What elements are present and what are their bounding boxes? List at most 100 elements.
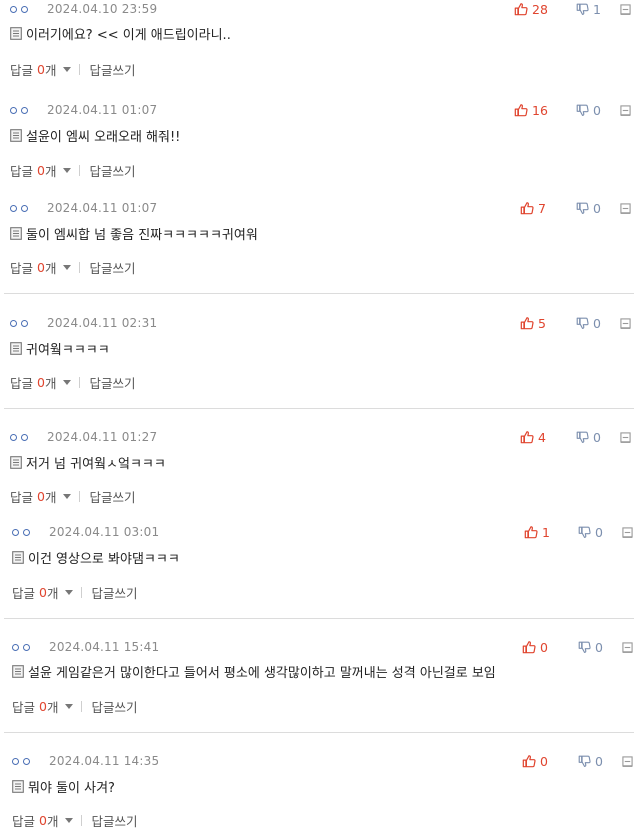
- upvote-button[interactable]: 16: [514, 103, 576, 118]
- separator: [81, 587, 83, 598]
- user-dots-icon[interactable]: [10, 319, 38, 327]
- reply-label: 답글: [10, 261, 34, 276]
- downvote-button[interactable]: 1: [576, 2, 616, 17]
- chevron-down-icon[interactable]: [63, 265, 72, 270]
- chevron-down-icon[interactable]: [63, 168, 72, 173]
- comment-date: 2024.04.11 01:07: [47, 103, 158, 117]
- downvote-button[interactable]: 0: [576, 201, 616, 216]
- upvote-count: 0: [540, 753, 548, 769]
- downvote-button[interactable]: 0: [576, 103, 616, 118]
- user-dots-icon[interactable]: [10, 204, 38, 212]
- upvote-button[interactable]: 0: [516, 640, 578, 655]
- upvote-button[interactable]: 5: [514, 316, 576, 331]
- upvote-button[interactable]: 0: [516, 754, 578, 769]
- write-reply-link[interactable]: 답글쓰기: [89, 258, 135, 277]
- upvote-button[interactable]: 7: [514, 201, 576, 216]
- document-icon: [10, 27, 22, 40]
- comment-meta: 2024.04.11 15:41: [12, 638, 159, 656]
- reply-actions: 답글 0개 답글쓰기: [12, 697, 138, 716]
- user-dots-icon[interactable]: [12, 757, 40, 765]
- upvote-button[interactable]: 28: [514, 2, 576, 17]
- vote-area: 28 1: [514, 0, 634, 18]
- document-icon: [12, 665, 24, 678]
- thumbs-down-icon: [576, 317, 589, 329]
- divider: [4, 408, 634, 409]
- write-reply-link[interactable]: 답글쓰기: [89, 487, 135, 506]
- chevron-down-icon[interactable]: [63, 380, 72, 385]
- user-dots-icon[interactable]: [12, 643, 40, 651]
- report-icon[interactable]: [616, 431, 634, 443]
- comment-body: 저거 넘 귀여웤ㅅ엌ㅋㅋㅋ: [26, 457, 166, 472]
- chevron-down-icon[interactable]: [65, 818, 74, 823]
- reply-count: 0: [37, 375, 45, 390]
- separator: [81, 701, 83, 712]
- write-reply-link[interactable]: 답글쓰기: [89, 161, 135, 180]
- chevron-down-icon[interactable]: [65, 704, 74, 709]
- reply-actions: 답글 0개 답글쓰기: [10, 373, 136, 392]
- report-icon[interactable]: [616, 104, 634, 116]
- reply-unit: 개: [46, 814, 59, 829]
- thumbs-up-icon: [520, 202, 534, 215]
- report-icon[interactable]: [618, 755, 636, 767]
- downvote-button[interactable]: 0: [578, 640, 618, 655]
- write-reply-link[interactable]: 답글쓰기: [89, 373, 135, 392]
- thumbs-up-icon: [522, 641, 536, 654]
- reply-unit: 개: [44, 164, 57, 179]
- downvote-button[interactable]: 0: [576, 430, 616, 445]
- downvote-count: 0: [595, 753, 603, 769]
- upvote-count: 7: [538, 200, 546, 216]
- thumbs-down-icon: [576, 3, 589, 15]
- chevron-down-icon[interactable]: [65, 590, 74, 595]
- thumbs-up-icon: [520, 317, 534, 330]
- thumbs-up-icon: [514, 3, 528, 16]
- upvote-button[interactable]: 1: [516, 525, 578, 540]
- reply-label: 답글: [10, 376, 34, 391]
- vote-area: 0 0: [516, 752, 636, 770]
- reply-actions: 답글 0개 답글쓰기: [12, 811, 138, 830]
- reply-unit: 개: [46, 700, 59, 715]
- reply-unit: 개: [44, 490, 57, 505]
- comment-body: 이러기에요? << 이게 애드립이라니..: [26, 28, 231, 43]
- comment-text: 설윤이 엠씨 오래오래 해줘!!: [10, 126, 180, 145]
- comment-text: 뭐야 둘이 사겨?: [12, 777, 115, 796]
- user-dots-icon[interactable]: [10, 106, 38, 114]
- downvote-button[interactable]: 0: [578, 754, 618, 769]
- thumbs-down-icon: [578, 755, 591, 767]
- comment-body: 설윤 게임같은거 많이한다고 들어서 평소에 생각많이하고 말꺼내는 성격 아닌…: [28, 666, 496, 681]
- write-reply-link[interactable]: 답글쓰기: [91, 583, 137, 602]
- upvote-count: 16: [532, 102, 548, 118]
- document-icon: [10, 129, 22, 142]
- comment-meta: 2024.04.11 14:35: [12, 752, 159, 770]
- downvote-button[interactable]: 0: [578, 525, 618, 540]
- chevron-down-icon[interactable]: [63, 494, 72, 499]
- chevron-down-icon[interactable]: [63, 67, 72, 72]
- upvote-count: 5: [538, 315, 546, 331]
- reply-count: 0: [37, 62, 45, 77]
- user-dots-icon[interactable]: [12, 528, 40, 536]
- reply-unit: 개: [44, 63, 57, 78]
- divider: [4, 618, 634, 619]
- report-icon[interactable]: [616, 202, 634, 214]
- write-reply-link[interactable]: 답글쓰기: [89, 60, 135, 79]
- upvote-count: 1: [542, 524, 550, 540]
- reply-actions: 답글 0개 답글쓰기: [10, 161, 136, 180]
- report-icon[interactable]: [618, 526, 636, 538]
- user-dots-icon[interactable]: [10, 5, 38, 13]
- write-reply-link[interactable]: 답글쓰기: [91, 697, 137, 716]
- comment-date: 2024.04.11 02:31: [47, 316, 158, 330]
- report-icon[interactable]: [618, 641, 636, 653]
- user-dots-icon[interactable]: [10, 433, 38, 441]
- report-icon[interactable]: [616, 317, 634, 329]
- reply-actions: 답글 0개 답글쓰기: [10, 60, 136, 79]
- upvote-button[interactable]: 4: [514, 430, 576, 445]
- report-icon[interactable]: [616, 3, 634, 15]
- write-reply-link[interactable]: 답글쓰기: [91, 811, 137, 830]
- reply-count: 0: [37, 163, 45, 178]
- reply-count: 0: [39, 813, 47, 828]
- downvote-button[interactable]: 0: [576, 316, 616, 331]
- comment-body: 뭐야 둘이 사겨?: [28, 781, 115, 796]
- comment-body: 이건 영상으로 봐야댐ㅋㅋㅋ: [28, 552, 180, 567]
- document-icon: [10, 456, 22, 469]
- comment-meta: 2024.04.11 01:07: [10, 199, 157, 217]
- vote-area: 0 0: [516, 638, 636, 656]
